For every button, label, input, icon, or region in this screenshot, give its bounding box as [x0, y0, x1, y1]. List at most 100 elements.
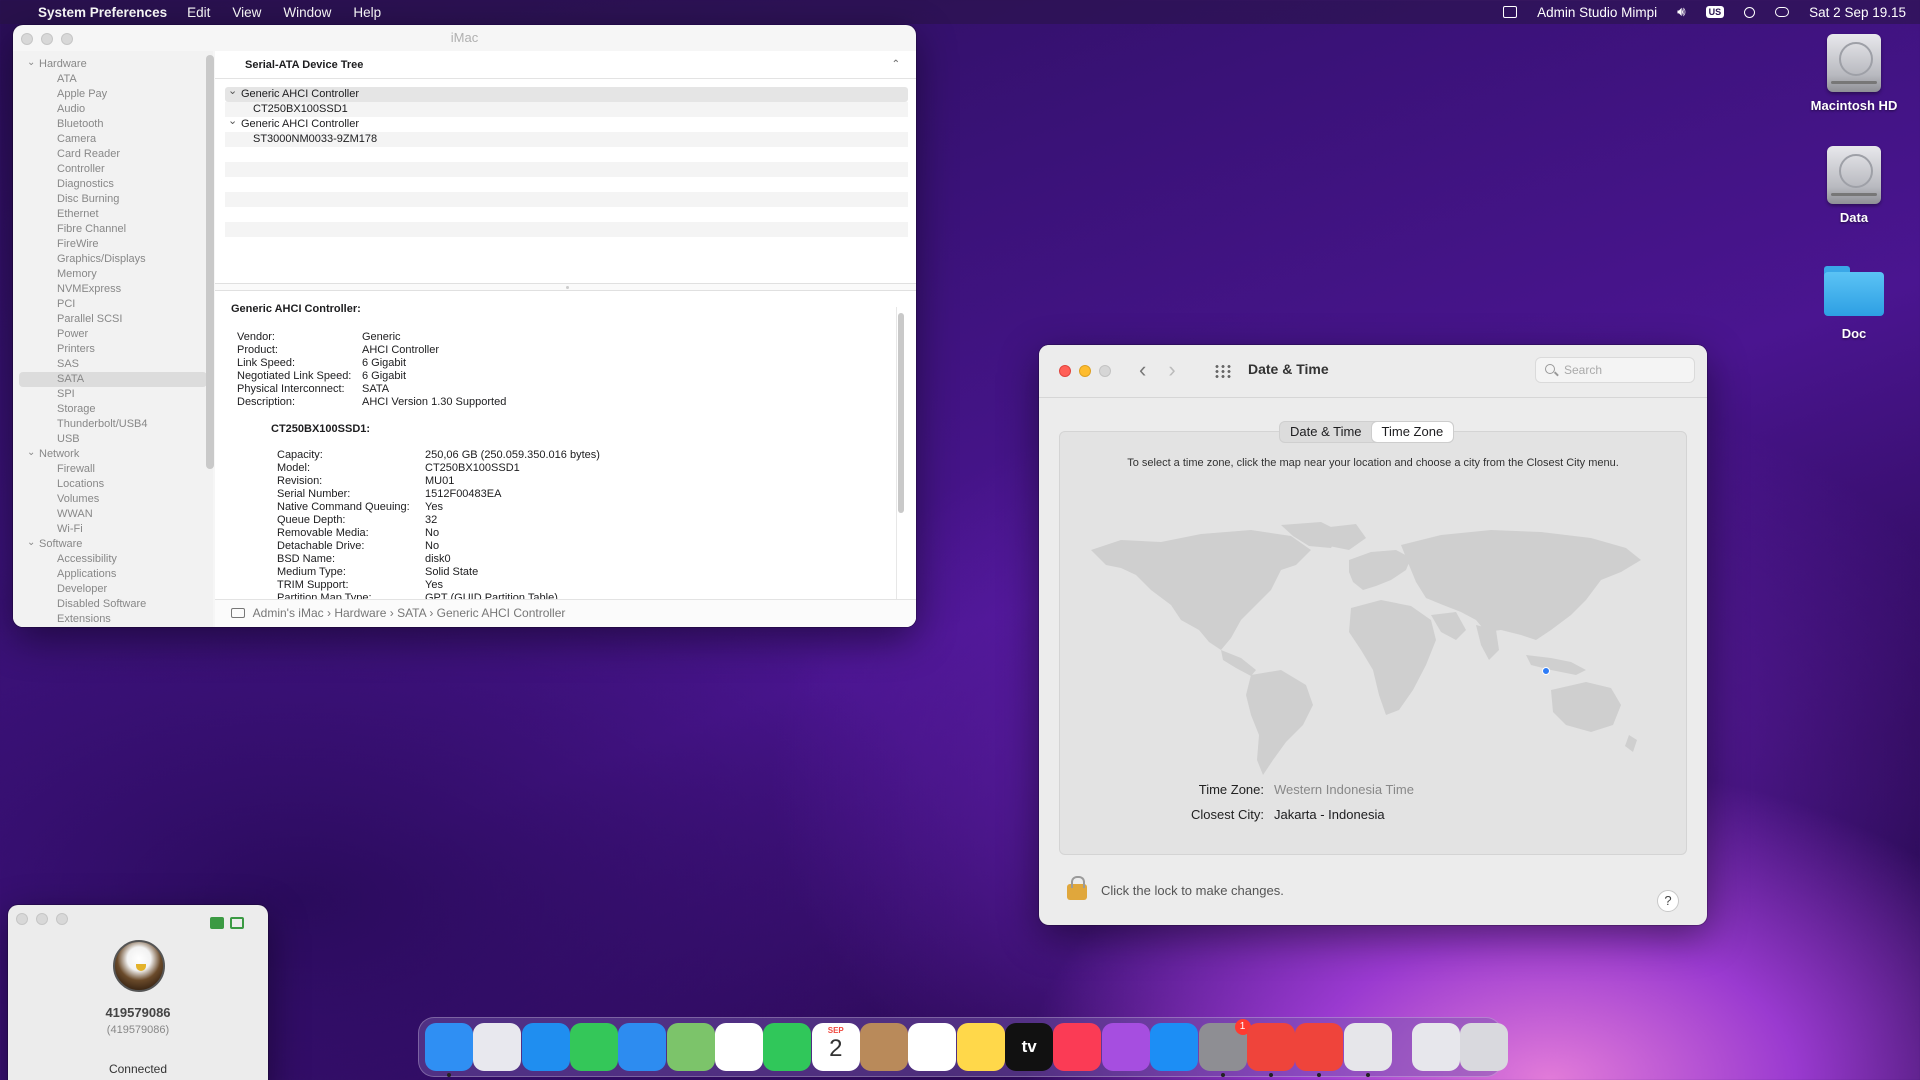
downloads-stack-icon[interactable]: [1411, 1023, 1460, 1071]
photos-icon[interactable]: [715, 1023, 764, 1071]
path-item[interactable]: SATA: [397, 606, 426, 620]
sidebar-item-accessibility[interactable]: Accessibility: [13, 552, 213, 567]
sidebar-item-apple-pay[interactable]: Apple Pay: [13, 87, 213, 102]
sidebar-item-applications[interactable]: Applications: [13, 567, 213, 582]
show-all-grid-icon[interactable]: [1214, 364, 1232, 378]
trash-icon[interactable]: [1460, 1023, 1509, 1071]
launchpad-icon[interactable]: [473, 1023, 522, 1071]
sidebar-item-ethernet[interactable]: Ethernet: [13, 207, 213, 222]
tab-time-zone[interactable]: Time Zone: [1371, 422, 1454, 442]
volume-icon[interactable]: 🔊︎: [1677, 4, 1686, 20]
anydesk-2-icon[interactable]: [1295, 1023, 1344, 1077]
sidebar-item-locations[interactable]: Locations: [13, 477, 213, 492]
menu-edit[interactable]: Edit: [187, 5, 210, 20]
zoom-button[interactable]: [56, 913, 68, 925]
sidebar-item-controller[interactable]: Controller: [13, 162, 213, 177]
back-icon[interactable]: ‹: [1139, 357, 1146, 382]
sidebar-item-storage[interactable]: Storage: [13, 402, 213, 417]
sidebar-item-firewire[interactable]: FireWire: [13, 237, 213, 252]
sidebar-scrollbar[interactable]: [206, 55, 214, 469]
mail-icon[interactable]: [618, 1023, 667, 1071]
sidebar-item-thunderbolt-usb4[interactable]: Thunderbolt/USB4: [13, 417, 213, 432]
minimize-button[interactable]: [41, 33, 53, 45]
sidebar-item-extensions[interactable]: Extensions: [13, 612, 213, 627]
app-menu[interactable]: System Preferences: [38, 5, 167, 20]
tree-row-controller-1[interactable]: Generic AHCI Controller: [225, 84, 908, 102]
minimize-button[interactable]: [1079, 365, 1091, 377]
contacts-icon[interactable]: [860, 1023, 909, 1071]
sidebar-item-spi[interactable]: SPI: [13, 387, 213, 402]
sidebar-item-pci[interactable]: PCI: [13, 297, 213, 312]
app-store-icon[interactable]: [1150, 1023, 1199, 1071]
user-menu[interactable]: Admin Studio Mimpi: [1537, 5, 1657, 20]
path-item[interactable]: Hardware: [334, 606, 386, 620]
sidebar-item-fibre-channel[interactable]: Fibre Channel: [13, 222, 213, 237]
sidebar-item-bluetooth[interactable]: Bluetooth: [13, 117, 213, 132]
calendar-icon[interactable]: SEP 2: [811, 1023, 860, 1071]
notes-icon[interactable]: [956, 1023, 1005, 1071]
tree-row-device-2[interactable]: ST3000NM0033-9ZM178: [225, 132, 908, 147]
lock-icon[interactable]: [1067, 876, 1087, 900]
sidebar-item-audio[interactable]: Audio: [13, 102, 213, 117]
menu-help[interactable]: Help: [353, 5, 381, 20]
desktop-icon-macintosh-hd[interactable]: Macintosh HD: [1794, 34, 1914, 113]
sidebar-item-printers[interactable]: Printers: [13, 342, 213, 357]
sidebar-group-network[interactable]: Network: [13, 447, 213, 462]
sidebar-item-developer[interactable]: Developer: [13, 582, 213, 597]
control-center-icon[interactable]: [1775, 7, 1790, 17]
sidebar-item-card-reader[interactable]: Card Reader: [13, 147, 213, 162]
closest-city-select[interactable]: Jakarta - Indonesia: [1274, 807, 1385, 822]
podcasts-icon[interactable]: [1101, 1023, 1150, 1071]
sidebar-item-nvmexpress[interactable]: NVMExpress: [13, 282, 213, 297]
sidebar-item-wwan[interactable]: WWAN: [13, 507, 213, 522]
minimize-button[interactable]: [36, 913, 48, 925]
spotlight-search-icon[interactable]: [1744, 6, 1756, 18]
activity-monitor-icon[interactable]: [1503, 6, 1518, 18]
sidebar-item-graphics-displays[interactable]: Graphics/Displays: [13, 252, 213, 267]
menu-window[interactable]: Window: [283, 5, 331, 20]
close-button[interactable]: [21, 33, 33, 45]
help-button[interactable]: ?: [1657, 890, 1679, 912]
chevron-up-icon[interactable]: ⌃: [892, 51, 900, 79]
clock[interactable]: Sat 2 Sep 19.15: [1809, 5, 1906, 20]
location-pin[interactable]: [1542, 667, 1550, 675]
input-source-icon[interactable]: US: [1705, 6, 1725, 18]
system-preferences-icon[interactable]: 1: [1198, 1019, 1251, 1077]
messages-icon[interactable]: [570, 1023, 619, 1071]
sidebar-item-wi-fi[interactable]: Wi-Fi: [13, 522, 213, 537]
tree-row-device-1[interactable]: CT250BX100SSD1: [225, 102, 908, 117]
sidebar-item-parallel-scsi[interactable]: Parallel SCSI: [13, 312, 213, 327]
close-button[interactable]: [16, 913, 28, 925]
sidebar-item-sata[interactable]: SATA: [19, 372, 207, 387]
path-item[interactable]: Admin's iMac: [253, 606, 324, 620]
zoom-button[interactable]: [61, 33, 73, 45]
sidebar-group-hardware[interactable]: Hardware: [13, 57, 213, 72]
sidebar-item-ata[interactable]: ATA: [13, 72, 213, 87]
screen-share-icon[interactable]: [230, 917, 244, 929]
tree-header[interactable]: Serial-ATA Device Tree ⌃: [215, 51, 916, 79]
facetime-icon[interactable]: [763, 1023, 812, 1071]
menu-view[interactable]: View: [232, 5, 261, 20]
forward-icon[interactable]: ›: [1168, 357, 1175, 382]
tv-icon[interactable]: tv: [1005, 1023, 1054, 1071]
split-divider[interactable]: [215, 283, 916, 291]
sidebar-item-usb[interactable]: USB: [13, 432, 213, 447]
sidebar-item-disabled-software[interactable]: Disabled Software: [13, 597, 213, 612]
zoom-button[interactable]: [1099, 365, 1111, 377]
tab-date-time[interactable]: Date & Time: [1280, 422, 1372, 442]
finder-icon[interactable]: [425, 1023, 473, 1077]
sidebar-group-software[interactable]: Software: [13, 537, 213, 552]
desktop-icon-doc[interactable]: Doc: [1794, 262, 1914, 341]
search-field[interactable]: Search: [1535, 357, 1695, 383]
sidebar-item-diagnostics[interactable]: Diagnostics: [13, 177, 213, 192]
close-button[interactable]: [1059, 365, 1071, 377]
sidebar-item-volumes[interactable]: Volumes: [13, 492, 213, 507]
anydesk-icon[interactable]: [1246, 1023, 1295, 1077]
time-zone-value[interactable]: Western Indonesia Time: [1274, 782, 1414, 797]
sidebar-item-memory[interactable]: Memory: [13, 267, 213, 282]
sidebar-item-camera[interactable]: Camera: [13, 132, 213, 147]
sidebar-item-sas[interactable]: SAS: [13, 357, 213, 372]
tree-row-controller-2[interactable]: Generic AHCI Controller: [225, 114, 908, 132]
detail-scrollbar[interactable]: [896, 307, 904, 623]
sidebar-item-disc-burning[interactable]: Disc Burning: [13, 192, 213, 207]
